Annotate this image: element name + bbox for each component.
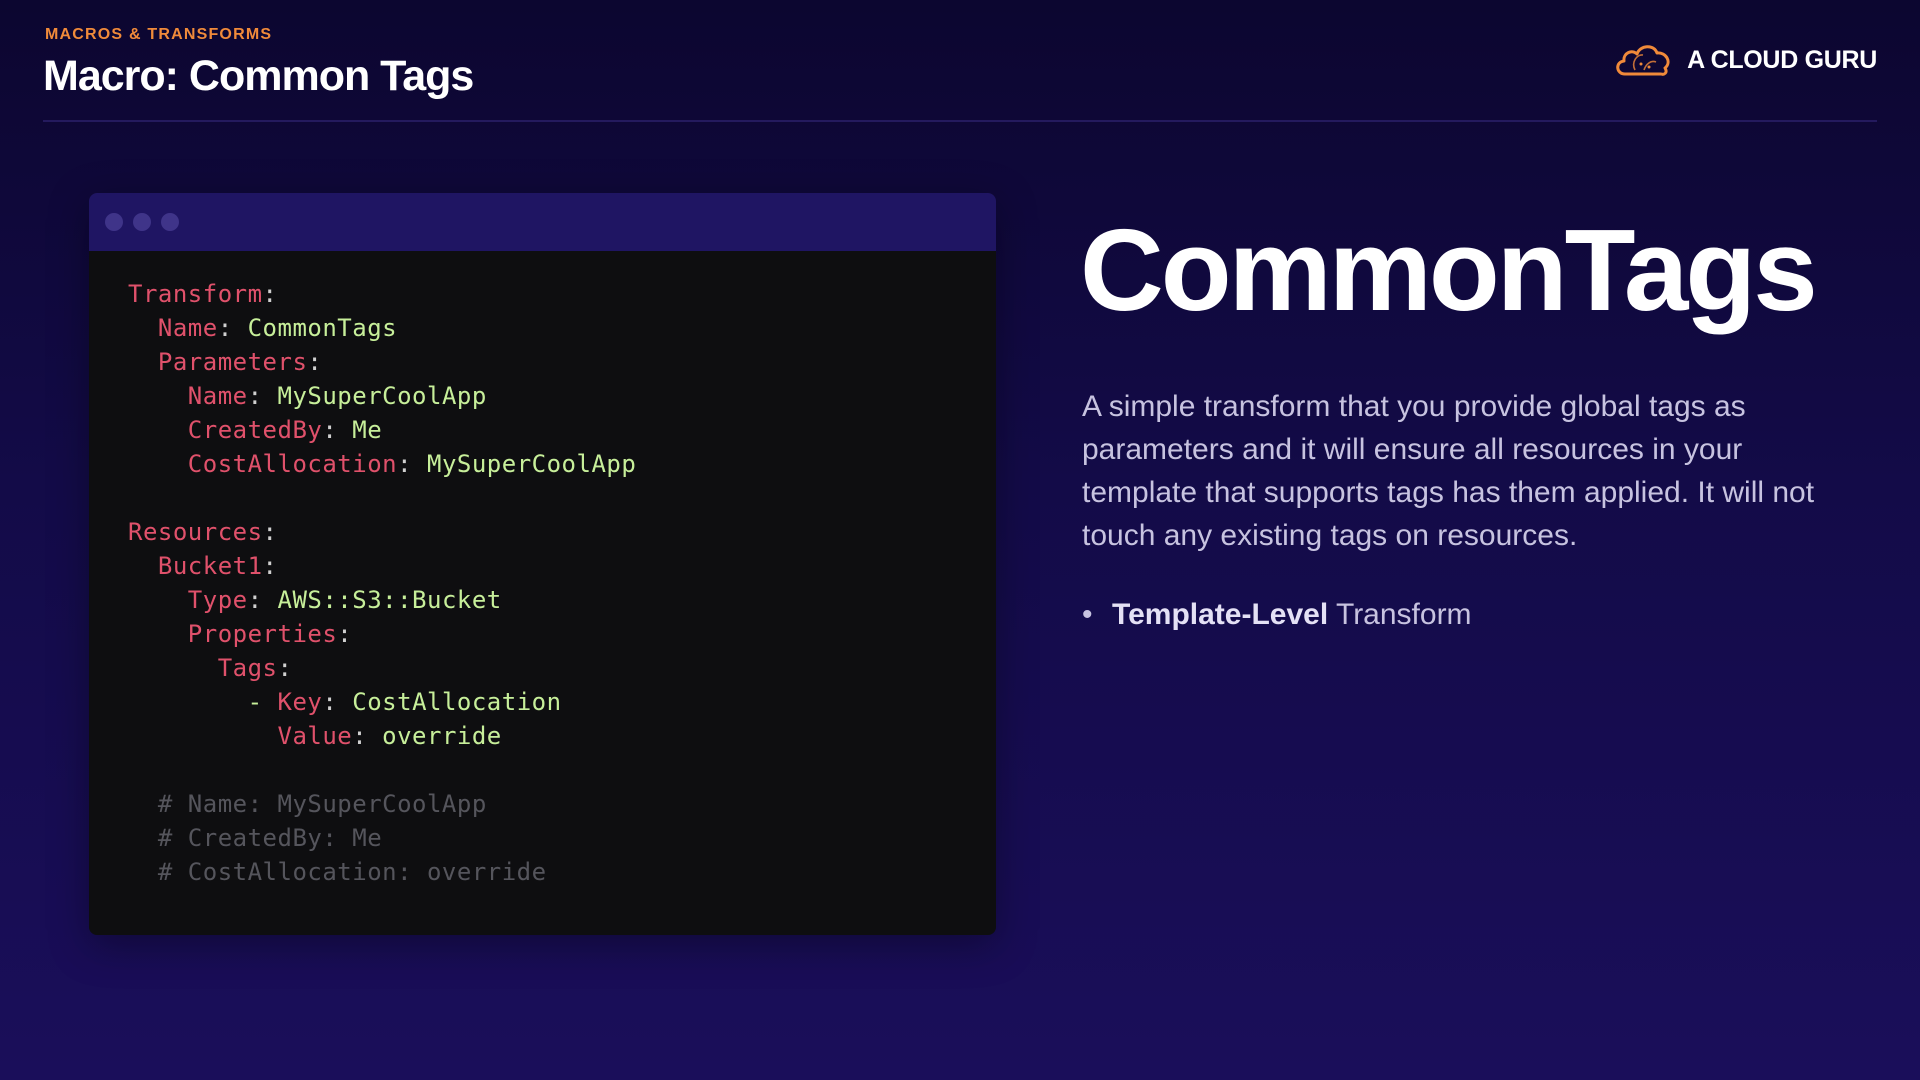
code-token: Resources xyxy=(128,518,263,546)
section-kicker: MACROS & TRANSFORMS xyxy=(45,26,273,43)
bullet-list: • Template-Level Transform xyxy=(1082,598,1472,632)
code-token: CostAllocation xyxy=(128,450,398,478)
code-token: Name xyxy=(128,382,248,410)
code-token: Key xyxy=(277,688,323,716)
code-line: # CreatedBy: Me xyxy=(128,821,996,855)
code-token: # Name: MySuperCoolApp xyxy=(128,790,487,818)
code-token: : xyxy=(307,348,323,376)
brand-name: A CLOUD GURU xyxy=(1687,45,1877,74)
code-token: override xyxy=(382,722,502,750)
code-token: : xyxy=(352,722,383,750)
code-token: : xyxy=(262,280,278,308)
code-token: MySuperCoolApp xyxy=(277,382,487,410)
code-line: - Key: CostAllocation xyxy=(128,685,996,719)
code-token: : xyxy=(247,382,278,410)
code-token: Bucket1 xyxy=(128,552,263,580)
slide-header: MACROS & TRANSFORMS Macro: Common Tags A… xyxy=(43,24,1877,122)
code-block: Transform: Name: CommonTags Parameters: … xyxy=(89,251,996,889)
window-dot-icon xyxy=(133,213,151,231)
code-token: - xyxy=(128,688,278,716)
code-line: # Name: MySuperCoolApp xyxy=(128,787,996,821)
code-token: : xyxy=(247,586,278,614)
code-token: CreatedBy xyxy=(128,416,323,444)
code-line: CostAllocation: MySuperCoolApp xyxy=(128,447,996,481)
code-token: CommonTags xyxy=(247,314,398,342)
content-title: CommonTags xyxy=(1080,205,1818,335)
code-token: # CreatedBy: Me xyxy=(128,824,383,852)
code-line: Type: AWS::S3::Bucket xyxy=(128,583,996,617)
code-token: Me xyxy=(352,416,383,444)
bullet-bold-text: Template-Level xyxy=(1112,598,1329,631)
code-line: Name: MySuperCoolApp xyxy=(128,379,996,413)
code-line: Properties: xyxy=(128,617,996,651)
code-token: : xyxy=(217,314,248,342)
code-line: Transform: xyxy=(128,277,996,311)
code-token: CostAllocation xyxy=(352,688,562,716)
code-token: : xyxy=(262,518,278,546)
page-title: Macro: Common Tags xyxy=(43,52,474,100)
code-window-titlebar xyxy=(89,193,996,251)
code-token: MySuperCoolApp xyxy=(427,450,637,478)
code-token: Type xyxy=(128,586,248,614)
content-description: A simple transform that you provide glob… xyxy=(1082,390,1815,552)
code-token: Value xyxy=(128,722,353,750)
code-window: Transform: Name: CommonTags Parameters: … xyxy=(89,193,996,935)
cloud-logo-icon xyxy=(1616,45,1670,76)
code-token: AWS::S3::Bucket xyxy=(277,586,502,614)
code-token: Tags xyxy=(128,654,278,682)
window-dot-icon xyxy=(105,213,123,231)
window-dot-icon xyxy=(161,213,179,231)
code-token: : xyxy=(277,654,293,682)
bullet-icon: • xyxy=(1082,598,1093,631)
code-token: Name xyxy=(128,314,218,342)
code-line: Tags: xyxy=(128,651,996,685)
code-token: Transform xyxy=(128,280,263,308)
code-token: : xyxy=(337,620,353,648)
code-token: : xyxy=(322,416,353,444)
bullet-item: • Template-Level Transform xyxy=(1082,598,1472,632)
code-token: Properties xyxy=(128,620,338,648)
code-line: Resources: xyxy=(128,515,996,549)
code-line: Bucket1: xyxy=(128,549,996,583)
brand-logo: A CLOUD GURU xyxy=(1613,40,1877,80)
code-token: : xyxy=(322,688,353,716)
code-token: : xyxy=(262,552,278,580)
code-token: # CostAllocation: override xyxy=(128,858,547,886)
code-line: # CostAllocation: override xyxy=(128,855,996,889)
code-token: Parameters xyxy=(128,348,308,376)
bullet-text: Transform xyxy=(1328,598,1472,631)
code-line: Value: override xyxy=(128,719,996,753)
code-token: : xyxy=(397,450,427,478)
code-line: CreatedBy: Me xyxy=(128,413,996,447)
code-line: Name: CommonTags xyxy=(128,311,996,345)
code-line: Parameters: xyxy=(128,345,996,379)
